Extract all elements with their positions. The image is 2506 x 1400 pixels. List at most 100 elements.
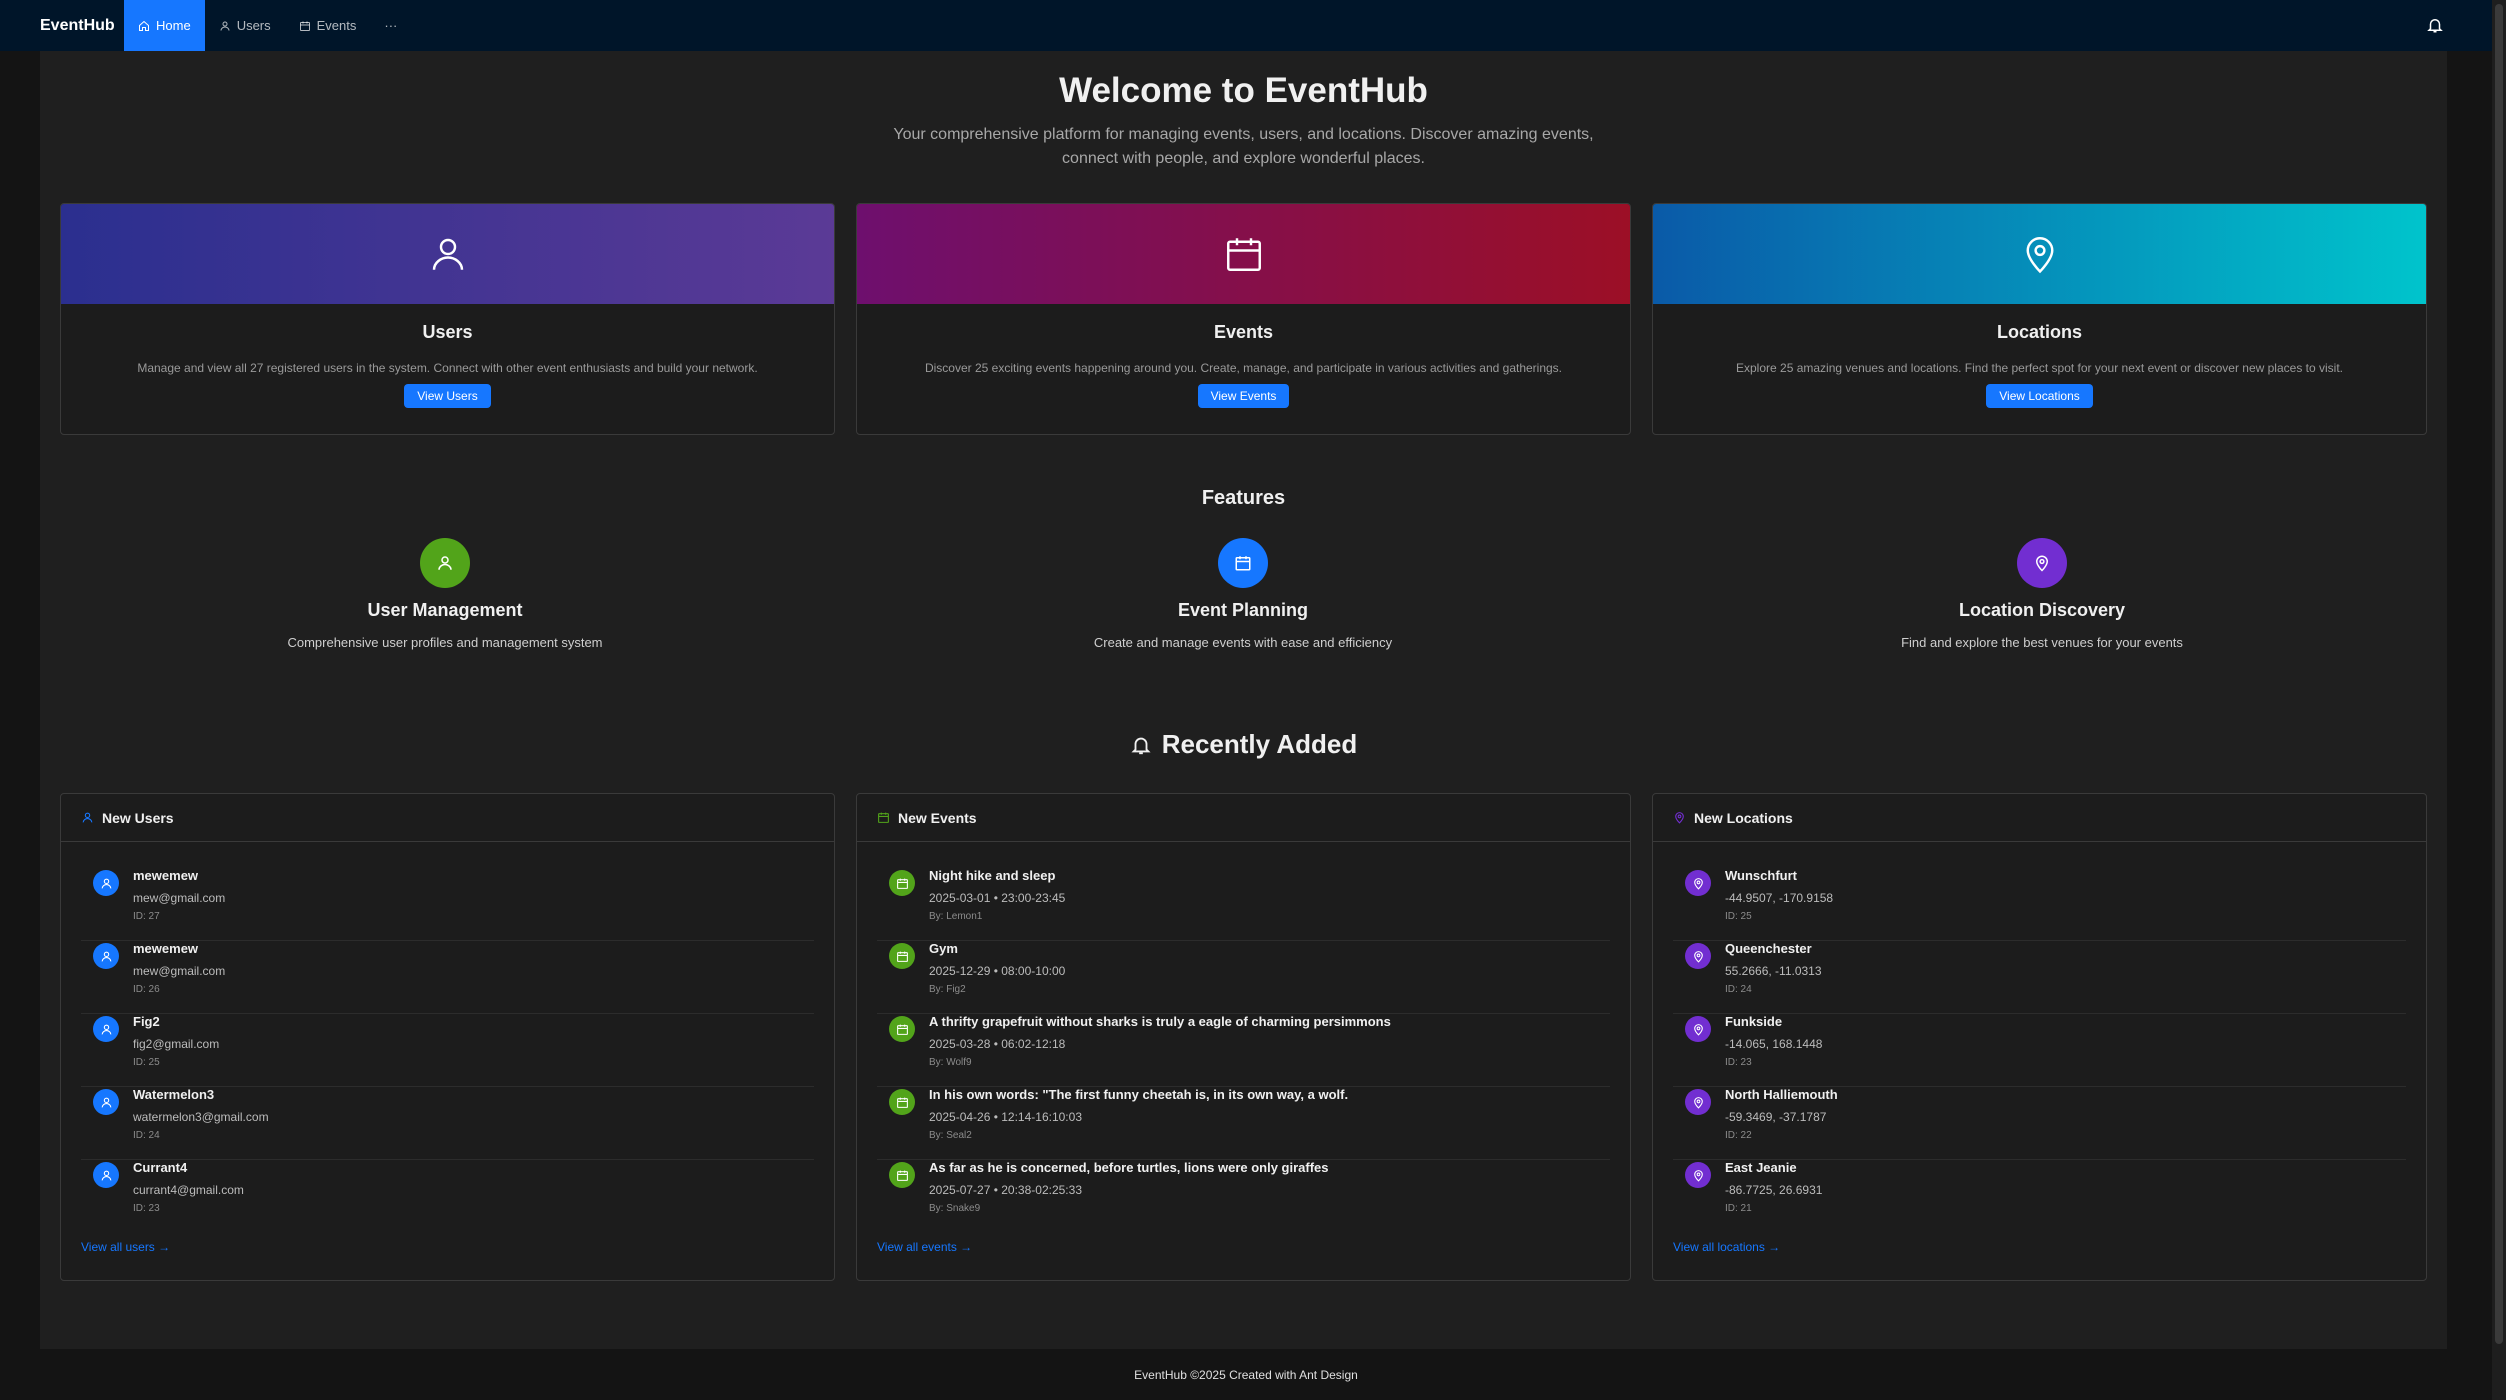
user-icon [101, 1170, 111, 1180]
avatar [93, 1016, 119, 1042]
top-navbar: EventHub Home Users Events ··· [0, 0, 2506, 51]
feature-title: Event Planning [1177, 600, 1309, 620]
recently-added-heading: Recently Added [40, 729, 2447, 760]
item-author: By: Lemon1 [929, 911, 983, 922]
item-email: watermelon3@gmail.com [133, 1110, 269, 1124]
list-item[interactable]: Funkside -14.065, 168.1448 ID: 23 [1673, 1014, 2406, 1087]
calendar-icon [896, 1097, 908, 1108]
list-item[interactable]: mewemew mew@gmail.com ID: 26 [81, 941, 814, 1014]
list-item[interactable]: Watermelon3 watermelon3@gmail.com ID: 24 [81, 1087, 814, 1160]
footer: EventHub ©2025 Created with Ant Design [0, 1349, 2492, 1400]
list-item[interactable]: Queenchester 55.2666, -11.0313 ID: 24 [1673, 941, 2406, 1014]
panel-title: New Locations [1694, 809, 1793, 826]
locations-card[interactable]: Locations Explore 25 amazing venues and … [1652, 203, 2427, 435]
item-datetime: 2025-04-26 • 12:14-16:10:03 [929, 1110, 1082, 1124]
item-coordinates: -86.7725, 26.6931 [1725, 1183, 1823, 1197]
page-title: Welcome to EventHub [1059, 71, 1428, 110]
avatar [889, 870, 915, 896]
scrollbar-thumb[interactable] [2495, 4, 2503, 1344]
view-all-users-link[interactable]: View all users → [81, 1240, 170, 1254]
list-item[interactable]: A thrifty grapefruit without sharks is t… [877, 1014, 1610, 1087]
new-events-panel: New Events Night hike and sleep 2025-03-0… [856, 793, 1631, 1281]
item-datetime: 2025-03-28 • 06:02-12:18 [929, 1037, 1066, 1051]
avatar [1685, 870, 1711, 896]
avatar [889, 1089, 915, 1115]
main-content: Welcome to EventHub Your comprehensive p… [40, 51, 2447, 1349]
list-item[interactable]: As far as he is concerned, before turtle… [877, 1160, 1610, 1233]
nav-item-label: Events [316, 18, 357, 33]
card-banner [61, 204, 834, 304]
avatar [93, 943, 119, 969]
item-id: ID: 27 [133, 911, 160, 922]
card-title: Locations [1996, 322, 2082, 342]
subtitle-line: Your comprehensive platform for managing… [893, 126, 1594, 143]
item-id: ID: 25 [133, 1057, 160, 1068]
brand-logo[interactable]: EventHub [0, 17, 124, 35]
feature-description: Create and manage events with ease and e… [1093, 635, 1393, 650]
user-icon [101, 951, 111, 961]
item-email: fig2@gmail.com [133, 1037, 220, 1051]
item-name: mewemew [133, 941, 199, 956]
list-item[interactable]: Night hike and sleep 2025-03-01 • 23:00-2… [877, 868, 1610, 941]
item-id: ID: 24 [133, 1130, 160, 1141]
list-item[interactable]: In his own words: "The first funny cheet… [877, 1087, 1610, 1160]
item-id: ID: 23 [1725, 1057, 1752, 1068]
list-item[interactable]: Currant4 currant4@gmail.com ID: 23 [81, 1160, 814, 1233]
nav-item-label: Home [156, 18, 191, 33]
nav-item-events[interactable]: Events [285, 0, 371, 51]
view-events-button[interactable]: View Events [1197, 384, 1290, 408]
card-banner [857, 204, 1630, 304]
item-name: Currant4 [133, 1160, 188, 1175]
new-locations-panel: New Locations Wunschfurt -44.9507, -170.9… [1652, 793, 2427, 1281]
nav-item-home[interactable]: Home [124, 0, 205, 51]
location-pin-icon [1693, 1096, 1703, 1109]
feature-icon-circle [2017, 538, 2067, 588]
events-card[interactable]: Events Discover 25 exciting events happe… [856, 203, 1631, 435]
list-item[interactable]: Fig2 fig2@gmail.com ID: 25 [81, 1014, 814, 1087]
view-all-locations-link[interactable]: View all locations → [1673, 1240, 1780, 1254]
bell-icon[interactable] [2426, 16, 2444, 34]
item-coordinates: -59.3469, -37.1787 [1725, 1110, 1827, 1124]
users-card[interactable]: Users Manage and view all 27 registered … [60, 203, 835, 435]
view-users-button[interactable]: View Users [404, 384, 491, 408]
vertical-scrollbar[interactable] [2492, 0, 2506, 1400]
location-pin-icon [1693, 1169, 1703, 1182]
calendar-icon [878, 812, 889, 823]
view-all-events-link[interactable]: View all events → [877, 1240, 972, 1254]
calendar-icon [896, 878, 908, 889]
avatar [93, 870, 119, 896]
users-list: mewemew mew@gmail.com ID: 27 mewemew mew@gm… [61, 842, 834, 1233]
feature-icon-circle [420, 538, 470, 588]
feature-title: User Management [367, 600, 523, 620]
events-list: Night hike and sleep 2025-03-01 • 23:00-2… [857, 842, 1630, 1233]
user-icon [220, 21, 230, 31]
card-title: Events [1213, 322, 1274, 342]
nav-more-menu[interactable]: ··· [370, 0, 411, 51]
calendar-icon [1226, 238, 1261, 271]
locations-list: Wunschfurt -44.9507, -170.9158 ID: 25 Quee… [1653, 842, 2426, 1233]
view-locations-button[interactable]: View Locations [1986, 384, 2093, 408]
location-pin-icon [2026, 237, 2053, 274]
item-coordinates: 55.2666, -11.0313 [1725, 964, 1822, 978]
item-name: Watermelon3 [133, 1087, 215, 1102]
list-item[interactable]: mewemew mew@gmail.com ID: 27 [81, 868, 814, 941]
item-name: Night hike and sleep [929, 868, 1056, 883]
item-name: Gym [929, 941, 958, 956]
list-item[interactable]: East Jeanie -86.7725, 26.6931 ID: 21 [1673, 1160, 2406, 1233]
feature-user-management: User Management Comprehensive user profi… [245, 538, 645, 650]
card-description: Manage and view all 27 registered users … [137, 361, 758, 375]
item-name: Funkside [1725, 1014, 1783, 1029]
list-item[interactable]: Gym 2025-12-29 • 08:00-10:00 By: Fig2 [877, 941, 1610, 1014]
list-item[interactable]: Wunschfurt -44.9507, -170.9158 ID: 25 [1673, 868, 2406, 941]
location-pin-icon [1693, 1023, 1703, 1036]
nav-item-users[interactable]: Users [205, 0, 285, 51]
list-item[interactable]: North Halliemouth -59.3469, -37.1787 ID: 2… [1673, 1087, 2406, 1160]
avatar [93, 1089, 119, 1115]
feature-icon-circle [1218, 538, 1268, 588]
item-name: Queenchester [1725, 941, 1812, 956]
item-id: ID: 26 [133, 984, 160, 995]
item-email: mew@gmail.com [133, 891, 226, 905]
card-title: Users [422, 322, 473, 342]
item-id: ID: 23 [133, 1203, 160, 1214]
features-heading: Features [1201, 487, 1286, 509]
